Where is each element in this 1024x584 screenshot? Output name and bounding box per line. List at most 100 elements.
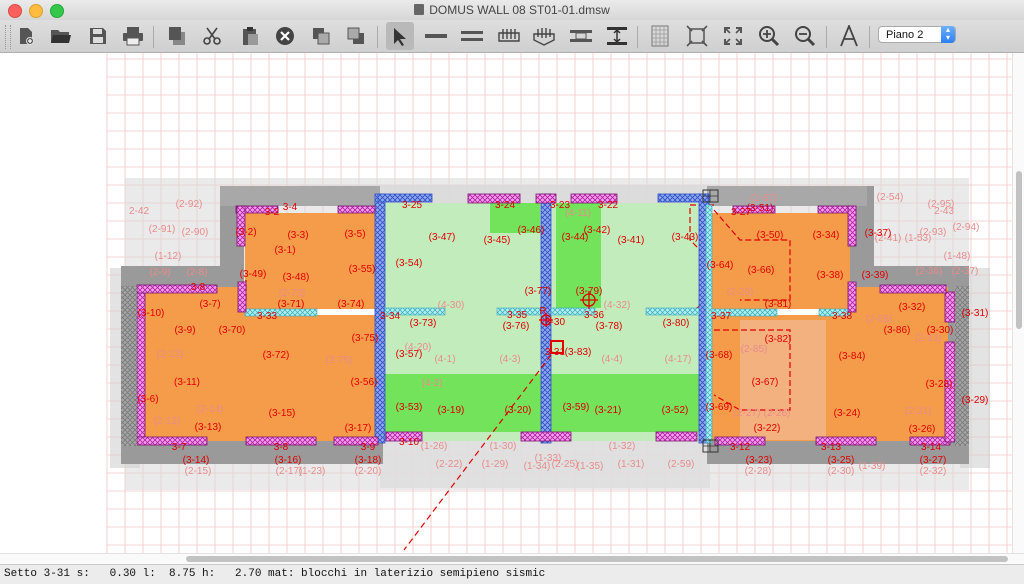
horizontal-scrollbar[interactable] — [0, 553, 1024, 564]
vertical-scroll-thumb[interactable] — [1016, 171, 1022, 329]
element-label: 3-10 — [399, 437, 419, 448]
element-label: (3-39) — [862, 270, 889, 281]
ghost-label: (2-26) — [764, 408, 791, 419]
fit-view-icon — [686, 25, 708, 47]
floppy-disk-icon — [90, 28, 106, 44]
bring-front-button[interactable] — [307, 22, 335, 50]
element-label: (3-23) — [746, 455, 773, 466]
status-text: Setto 3-31 s: 0.30 l: 8.75 h: 2.70 mat: … — [4, 568, 546, 580]
element-label: (3-31) — [962, 308, 989, 319]
ghost-label: (2-54) — [877, 192, 904, 203]
grid-toggle-button[interactable] — [646, 22, 674, 50]
element-label: (3-16) — [275, 455, 302, 466]
print-button[interactable] — [119, 22, 147, 50]
new-file-button[interactable] — [12, 22, 40, 50]
ghost-label: (2-92) — [176, 199, 203, 210]
element-label: (3-42) — [584, 225, 611, 236]
ghost-label: (2-27) — [734, 408, 761, 419]
element-label: (3-38) — [817, 270, 844, 281]
level-select[interactable]: Piano 2 ▴ ▾ — [878, 26, 956, 43]
element-label: (3-3) — [287, 230, 308, 241]
beam-tool-button[interactable] — [495, 22, 523, 50]
element-label: (3-9) — [174, 325, 195, 336]
level-select-value: Piano 2 — [886, 29, 924, 41]
copy-button[interactable] — [163, 22, 191, 50]
ghost-label: (4-32) — [604, 300, 631, 311]
open-button[interactable] — [47, 22, 75, 50]
element-label: (3-83) — [565, 347, 592, 358]
ghost-label: (4-30) — [438, 300, 465, 311]
ghost-label: (2-22) — [436, 459, 463, 470]
opening-tool-button[interactable] — [567, 22, 595, 50]
delete-button[interactable] — [271, 22, 299, 50]
ghost-label: (1-31) — [618, 459, 645, 470]
drawing-canvas[interactable]: (2-92) 2-42 (2-91) (2-90) (1-12) (2-9) (2-8) (2… — [0, 53, 1024, 553]
element-label: (3-59) — [563, 402, 590, 413]
ghost-label: (2-73) — [279, 288, 306, 299]
toolbar-separator — [869, 26, 870, 48]
element-label: 3-8 — [274, 442, 289, 453]
element-label: (3-68) — [706, 350, 733, 361]
vertical-scrollbar[interactable] — [1012, 53, 1024, 553]
zoom-out-button[interactable] — [791, 22, 819, 50]
element-label: 3-13 — [821, 442, 841, 453]
toolbar — [0, 20, 1024, 53]
grid-icon — [651, 25, 669, 47]
line-tool-button[interactable] — [422, 22, 450, 50]
ghost-label: (1-39) — [859, 461, 886, 472]
ghost-label: (2-29) — [727, 287, 754, 298]
element-label: 3-36 — [584, 310, 604, 321]
element-label: (3-25) — [828, 455, 855, 466]
horizontal-scroll-thumb[interactable] — [186, 556, 1008, 562]
element-label: 3-35 — [507, 310, 527, 321]
wall-tool-button[interactable] — [458, 22, 486, 50]
window-title-wrap: DOMUS WALL 08 ST01-01.dmsw — [0, 3, 1024, 17]
ghost-label: (1-35) — [577, 461, 604, 472]
save-button[interactable] — [84, 22, 112, 50]
zoom-in-button[interactable] — [755, 22, 783, 50]
element-label: (3-78) — [596, 321, 623, 332]
select-tool-button[interactable] — [386, 22, 414, 50]
element-label: (3-80) — [663, 318, 690, 329]
element-label: (3-28) — [926, 379, 953, 390]
element-label: (3-22) — [754, 423, 781, 434]
text-icon — [840, 25, 858, 47]
ghost-label: (2-75) — [326, 355, 353, 366]
chevron-updown-icon: ▴ ▾ — [941, 26, 955, 43]
ghost-label: (2-20) — [355, 466, 382, 477]
send-back-button[interactable] — [342, 22, 370, 50]
ghost-label: (4-17) — [665, 354, 692, 365]
toolbar-separator — [637, 26, 638, 48]
element-label: (3-26) — [909, 424, 936, 435]
dimension-tool-button[interactable] — [603, 22, 631, 50]
element-label: (3-52) — [662, 405, 689, 416]
element-label: (3-77) — [525, 286, 552, 297]
ghost-label: (4-2) — [421, 378, 442, 389]
element-label: (3-24) — [834, 408, 861, 419]
slab-tool-button[interactable] — [530, 22, 558, 50]
ghost-label: (2-31) — [905, 406, 932, 417]
element-label: (3-14) — [183, 455, 210, 466]
fit-view-button[interactable] — [683, 22, 711, 50]
cut-button[interactable] — [198, 22, 226, 50]
ghost-label: (1-30) — [490, 441, 517, 452]
opening-icon — [570, 30, 592, 42]
floor-plan[interactable]: (2-92) 2-42(2-91) (2-90) (1-12) (2-9) (2-8) (2… — [0, 53, 1012, 553]
ghost-label: (2-12) — [157, 349, 184, 360]
element-label: 3-8 — [191, 282, 206, 293]
element-label: (3-13) — [195, 422, 222, 433]
element-label: (3-10) — [138, 308, 165, 319]
ghost-label: (1-53) — [905, 233, 932, 244]
element-label: (3-84) — [839, 351, 866, 362]
element-label: 3-38 — [832, 311, 852, 322]
paste-button[interactable] — [236, 22, 264, 50]
toolbar-separator — [153, 26, 154, 48]
fullscreen-button[interactable] — [719, 22, 747, 50]
text-tool-button[interactable] — [835, 22, 863, 50]
ghost-label: (2-85) — [741, 344, 768, 355]
arrow-cursor-icon — [394, 28, 406, 46]
ghost-label: (2-90) — [182, 227, 209, 238]
element-label: (3-46) — [518, 225, 545, 236]
ghost-label: (2-91) — [149, 224, 176, 235]
window-title: DOMUS WALL 08 ST01-01.dmsw — [429, 3, 610, 17]
